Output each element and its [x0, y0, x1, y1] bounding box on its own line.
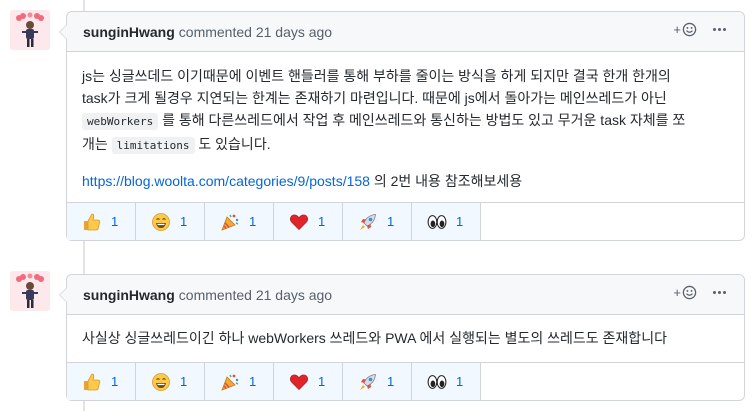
comment-author[interactable]: sunginHwang [83, 287, 175, 303]
comment-header: sunginHwang commented 21 days ago + [67, 275, 744, 315]
comment-body: 사실상 싱글쓰레드이긴 하나 webWorkers 쓰레드와 PWA 에서 실행… [67, 315, 744, 349]
reaction-laugh[interactable]: 1 [136, 363, 205, 400]
reactions-bar: 1 1 1 1 1 1 [67, 202, 744, 240]
smiley-icon [682, 22, 697, 37]
laugh-icon [151, 212, 171, 232]
hooray-icon [220, 372, 240, 392]
comment-author[interactable]: sunginHwang [83, 24, 175, 40]
reaction-count: 1 [318, 214, 326, 229]
heart-icon [289, 372, 309, 392]
reaction-count: 1 [249, 374, 257, 389]
comment-text-line: 를 통해 다른쓰레드에서 작업 후 메인쓰레드와 통신하는 방법도 있고 무거운… [162, 112, 686, 128]
comment-timestamp[interactable]: commented 21 days ago [179, 287, 332, 303]
reaction-count: 1 [111, 214, 119, 229]
heart-icon [289, 212, 309, 232]
comment-header: sunginHwang commented 21 days ago + [67, 12, 744, 52]
reaction-rocket[interactable]: 1 [343, 203, 412, 240]
comment-text-line: 도 있습니다. [198, 136, 271, 152]
avatar[interactable] [10, 10, 50, 50]
eyes-icon [427, 212, 447, 232]
reaction-thumbs-up[interactable]: 1 [67, 363, 136, 400]
more-options-icon[interactable] [713, 291, 726, 294]
comment-text-line: task가 크게 될경우 지연되는 한계는 존재하기 마련입니다. 때문에 js… [82, 90, 667, 106]
reaction-count: 1 [180, 214, 188, 229]
reaction-count: 1 [111, 374, 119, 389]
reaction-eyes[interactable]: 1 [412, 203, 481, 240]
rocket-icon [358, 212, 378, 232]
reaction-count: 1 [387, 374, 395, 389]
reaction-count: 1 [180, 374, 188, 389]
reaction-heart[interactable]: 1 [274, 203, 343, 240]
reaction-heart[interactable]: 1 [274, 363, 343, 400]
comment-text-line: js는 싱글쓰데드 이기때문에 이벤트 핸들러를 통해 부하를 줄이는 방식을 … [82, 68, 671, 84]
comment-box: sunginHwang commented 21 days ago + 사실상 … [59, 274, 745, 401]
thumbs-up-icon [82, 212, 102, 232]
comment-box: sunginHwang commented 21 days ago + js는 … [59, 11, 745, 241]
avatar[interactable] [10, 271, 50, 311]
eyes-icon [427, 372, 447, 392]
link-suffix-text: 의 2번 내용 참조해보세용 [369, 173, 523, 189]
reaction-hooray[interactable]: 1 [205, 363, 274, 400]
reaction-rocket[interactable]: 1 [343, 363, 412, 400]
reaction-count: 1 [456, 374, 464, 389]
reaction-count: 1 [249, 214, 257, 229]
more-options-icon[interactable] [713, 28, 726, 31]
smiley-icon [682, 285, 697, 300]
add-reaction-button[interactable]: + [673, 285, 697, 300]
reaction-hooray[interactable]: 1 [205, 203, 274, 240]
comment-text: 사실상 싱글쓰레드이긴 하나 webWorkers 쓰레드와 PWA 에서 실행… [82, 330, 667, 346]
reaction-count: 1 [318, 374, 326, 389]
reaction-laugh[interactable]: 1 [136, 203, 205, 240]
reactions-bar: 1 1 1 1 1 1 [67, 362, 744, 400]
reaction-thumbs-up[interactable]: 1 [67, 203, 136, 240]
blog-link[interactable]: https://blog.woolta.com/categories/9/pos… [82, 173, 370, 189]
reaction-count: 1 [456, 214, 464, 229]
inline-code: webWorkers [82, 113, 159, 130]
reaction-eyes[interactable]: 1 [412, 363, 481, 400]
comment-body: js는 싱글쓰데드 이기때문에 이벤트 핸들러를 통해 부하를 줄이는 방식을 … [67, 52, 744, 192]
comment-timestamp[interactable]: commented 21 days ago [179, 24, 332, 40]
add-reaction-button[interactable]: + [673, 22, 697, 37]
hooray-icon [220, 212, 240, 232]
inline-code: limitations [111, 137, 195, 154]
laugh-icon [151, 372, 171, 392]
rocket-icon [358, 372, 378, 392]
thumbs-up-icon [82, 372, 102, 392]
comment-text-line: 개는 [82, 136, 108, 152]
reaction-count: 1 [387, 214, 395, 229]
